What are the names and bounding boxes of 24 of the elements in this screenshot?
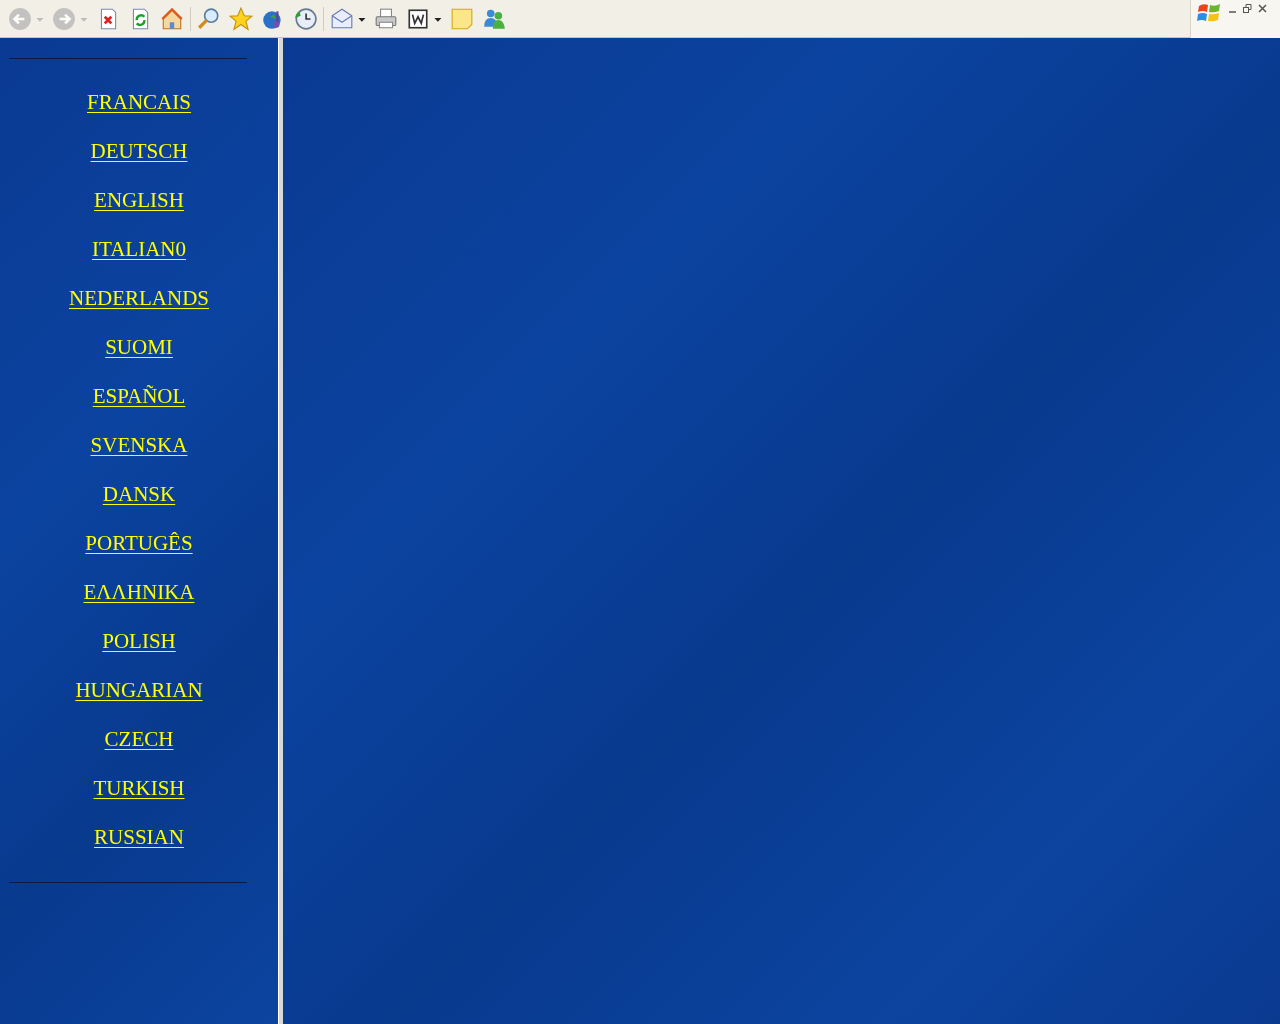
home-icon[interactable] xyxy=(160,6,184,31)
search-icon[interactable] xyxy=(197,6,221,31)
language-link[interactable]: RUSSIAN xyxy=(94,823,184,852)
language-link[interactable]: ESPAÑOL xyxy=(92,382,186,411)
language-link[interactable]: DANSK xyxy=(102,480,176,509)
language-link[interactable]: ΕΛΛΗΝΙΚΑ xyxy=(83,578,195,607)
language-link[interactable]: CZECH xyxy=(104,725,174,754)
language-link[interactable]: PORTUGÊS xyxy=(85,529,193,558)
language-link[interactable]: HUNGARIAN xyxy=(75,676,203,705)
restore-icon[interactable] xyxy=(1243,2,1252,16)
printer-icon[interactable] xyxy=(374,6,398,31)
envelope-icon[interactable] xyxy=(330,6,366,31)
document-w-icon[interactable] xyxy=(406,6,442,31)
language-link[interactable]: DEUTSCH xyxy=(90,137,188,166)
language-link[interactable]: POLISH xyxy=(102,627,176,656)
language-link[interactable]: NEDERLANDS xyxy=(69,284,209,313)
language-link[interactable]: TURKISH xyxy=(93,774,185,803)
language-link[interactable]: SVENSKA xyxy=(90,431,188,460)
star-icon[interactable] xyxy=(229,6,253,31)
windows-logo-icon xyxy=(1197,2,1223,24)
language-link[interactable]: SUOMI xyxy=(105,333,173,362)
language-link[interactable]: ENGLISH xyxy=(94,186,184,215)
language-link[interactable]: FRANCAIS xyxy=(87,88,191,117)
language-link[interactable]: ITALIAN0 xyxy=(92,235,186,264)
